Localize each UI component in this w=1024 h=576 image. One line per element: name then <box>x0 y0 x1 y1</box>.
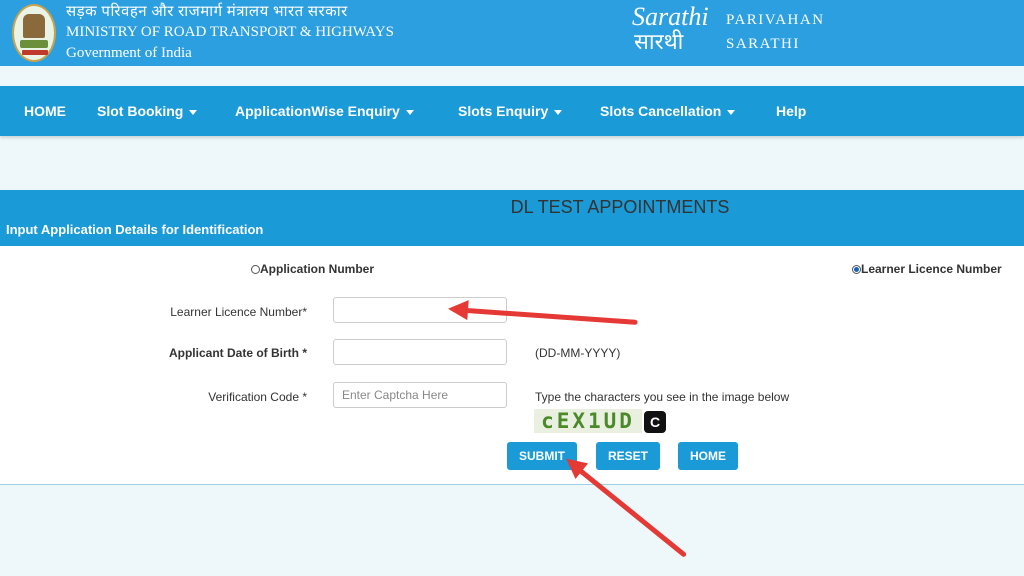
panel-subtitle: Input Application Details for Identifica… <box>6 222 264 237</box>
site-header: सड़क परिवहन और राजमार्ग मंत्रालय भारत सर… <box>0 0 1024 66</box>
chevron-down-icon <box>554 109 563 115</box>
verification-code-label: Verification Code * <box>208 390 307 404</box>
radio-learner-dot[interactable] <box>852 265 861 274</box>
ministry-title-block: सड़क परिवहन और राजमार्ग मंत्रालय भारत सर… <box>66 2 394 64</box>
dob-input[interactable] <box>333 339 507 365</box>
chevron-down-icon <box>727 109 736 115</box>
parivahan-sarathi-wordmark: PARIVAHAN SARATHI <box>726 8 825 56</box>
radio-application-label: Application Number <box>260 262 375 276</box>
dob-format-hint: (DD-MM-YYYY) <box>535 346 621 360</box>
nav-slots-enquiry[interactable]: Slots Enquiry <box>458 86 563 136</box>
parivahan-text: PARIVAHAN <box>726 12 825 28</box>
refresh-captcha-icon[interactable]: C <box>644 411 666 433</box>
dob-label: Applicant Date of Birth * <box>168 346 307 360</box>
nav-home[interactable]: HOME <box>24 86 66 136</box>
nav-slots-cancellation[interactable]: Slots Cancellation <box>600 86 736 136</box>
national-emblem-icon <box>12 4 56 62</box>
learner-licence-label: Learner Licence Number* <box>170 305 307 319</box>
radio-application-number[interactable]: Application Number <box>251 262 374 276</box>
chevron-down-icon <box>405 109 414 115</box>
nav-help[interactable]: Help <box>776 86 806 136</box>
home-button[interactable]: HOME <box>678 442 738 470</box>
sarathi-logo: Sarathi सारथी <box>632 2 722 58</box>
sarathi-logo-hindi: सारथी <box>634 29 684 54</box>
captcha-image: cEX1UD <box>534 409 642 433</box>
sarathi-text: SARATHI <box>726 36 800 52</box>
main-navigation: HOME Slot Booking ApplicationWise Enquir… <box>0 86 1024 136</box>
radio-application-dot[interactable] <box>251 265 260 274</box>
page-title: DL TEST APPOINTMENTS <box>510 197 730 217</box>
nav-slot-booking[interactable]: Slot Booking <box>97 86 198 136</box>
captcha-hint: Type the characters you see in the image… <box>535 390 790 404</box>
ministry-name: MINISTRY OF ROAD TRANSPORT & HIGHWAYS <box>66 24 394 40</box>
radio-learner-licence-number[interactable]: Learner Licence Number <box>852 262 1002 276</box>
radio-learner-label: Learner Licence Number <box>861 262 1002 276</box>
ministry-hindi-title: सड़क परिवहन और राजमार्ग मंत्रालय भारत सर… <box>66 4 348 20</box>
nav-applicationwise-enquiry[interactable]: ApplicationWise Enquiry <box>235 86 414 136</box>
reset-button[interactable]: RESET <box>596 442 661 470</box>
captcha-input[interactable] <box>333 382 507 408</box>
government-name: Government of India <box>66 45 192 61</box>
chevron-down-icon <box>189 109 198 115</box>
